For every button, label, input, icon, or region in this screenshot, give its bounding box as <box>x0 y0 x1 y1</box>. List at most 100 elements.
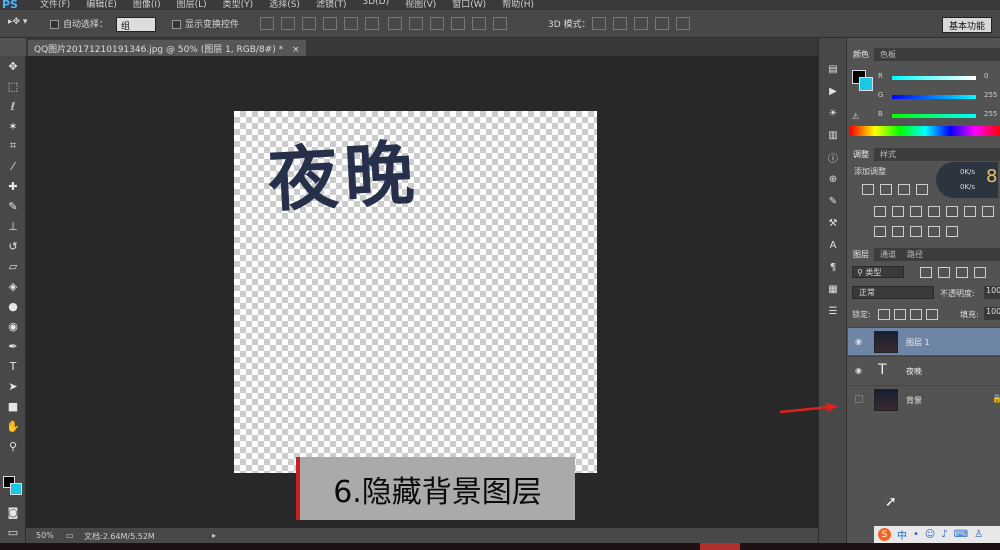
info-icon[interactable]: ⓘ <box>819 146 847 168</box>
filter-shape-icon[interactable] <box>974 267 986 278</box>
distribute-bottom-icon[interactable] <box>430 17 444 30</box>
notes-icon[interactable]: ▦ <box>819 278 847 300</box>
move-tool-icon[interactable]: ✥ <box>0 56 26 76</box>
invert-icon[interactable] <box>874 226 886 237</box>
status-menu-icon[interactable]: ▸ <box>212 531 216 540</box>
healing-brush-tool-icon[interactable]: ✚ <box>0 176 26 196</box>
show-transform-checkbox[interactable] <box>172 20 181 29</box>
gradient-map-icon[interactable] <box>946 226 958 237</box>
menu-type[interactable]: 类型(Y) <box>223 0 254 10</box>
opacity-value[interactable]: 100 <box>984 286 1000 299</box>
marquee-tool-icon[interactable]: ⬚ <box>0 76 26 96</box>
fill-value[interactable]: 100 <box>984 307 1000 320</box>
tab-channels[interactable]: 通道 <box>875 248 901 261</box>
align-hcenter-icon[interactable] <box>344 17 358 30</box>
actions-icon[interactable]: ▶ <box>819 80 847 102</box>
red-value[interactable]: 0 <box>984 72 988 80</box>
photo-filter-icon[interactable] <box>946 206 958 217</box>
filter-adjustment-icon[interactable] <box>938 267 950 278</box>
layer-name[interactable]: 背景 <box>906 395 922 406</box>
hand-tool-icon[interactable]: ✋ <box>0 416 26 436</box>
rectangle-tool-icon[interactable]: ■ <box>0 396 26 416</box>
ime-mic-icon[interactable]: ♪ <box>941 529 947 540</box>
ime-user-icon[interactable]: ♙ <box>974 529 983 540</box>
curves-icon[interactable] <box>898 184 910 195</box>
tab-layers[interactable]: 图层 <box>848 248 874 261</box>
dodge-tool-icon[interactable]: ● <box>0 296 26 316</box>
menu-help[interactable]: 帮助(H) <box>502 0 534 10</box>
history-icon[interactable]: ▤ <box>819 58 847 80</box>
layer-row[interactable]: 背景 🔒 <box>848 385 1000 413</box>
layer-name[interactable]: 夜晚 <box>906 366 922 377</box>
black-white-icon[interactable] <box>928 206 940 217</box>
menu-window[interactable]: 窗口(W) <box>452 0 486 10</box>
character-icon[interactable]: A <box>819 234 847 256</box>
screen-mode-icon[interactable]: ▭ <box>0 522 26 542</box>
visibility-toggle[interactable] <box>855 395 863 403</box>
ime-punct-icon[interactable]: • <box>913 529 919 540</box>
blue-slider[interactable] <box>892 114 976 118</box>
levels-icon[interactable] <box>880 184 892 195</box>
quick-mask-icon[interactable]: ◙ <box>0 502 26 522</box>
brush-presets-icon[interactable]: ✎ <box>819 190 847 212</box>
hue-saturation-icon[interactable] <box>892 206 904 217</box>
3d-pan-icon[interactable] <box>634 17 648 30</box>
magic-wand-tool-icon[interactable]: ✶ <box>0 116 26 136</box>
path-selection-tool-icon[interactable]: ➤ <box>0 376 26 396</box>
brightness-contrast-icon[interactable] <box>862 184 874 195</box>
tool-presets-icon[interactable]: ⚒ <box>819 212 847 234</box>
green-slider[interactable] <box>892 95 976 99</box>
crop-tool-icon[interactable]: ⌗ <box>0 136 26 156</box>
align-bottom-icon[interactable] <box>302 17 316 30</box>
3d-roll-icon[interactable] <box>613 17 627 30</box>
sponge-tool-icon[interactable]: ◉ <box>0 316 26 336</box>
lock-all-icon[interactable] <box>926 309 938 320</box>
vibrance-icon[interactable] <box>874 206 886 217</box>
ime-lang[interactable]: 中 <box>897 527 907 542</box>
lasso-tool-icon[interactable]: ℓ <box>0 96 26 116</box>
zoom-tool-icon[interactable]: ⚲ <box>0 436 26 456</box>
selective-color-icon[interactable] <box>928 226 940 237</box>
color-spectrum[interactable] <box>850 126 1000 136</box>
paint-bucket-tool-icon[interactable]: ◈ <box>0 276 26 296</box>
blue-value[interactable]: 255 <box>984 110 997 118</box>
align-vcenter-icon[interactable] <box>281 17 295 30</box>
ime-keyboard-icon[interactable]: ⌨ <box>954 529 968 540</box>
3d-slide-icon[interactable] <box>655 17 669 30</box>
lock-position-icon[interactable] <box>910 309 922 320</box>
tab-styles[interactable]: 样式 <box>875 148 901 161</box>
paragraph-icon[interactable]: ¶ <box>819 256 847 278</box>
filter-type-icon[interactable] <box>956 267 968 278</box>
tab-adjustments[interactable]: 调整 <box>848 148 874 161</box>
green-value[interactable]: 255 <box>984 91 997 99</box>
channel-mixer-icon[interactable] <box>964 206 976 217</box>
align-top-icon[interactable] <box>260 17 274 30</box>
filter-pixel-icon[interactable] <box>920 267 932 278</box>
eraser-tool-icon[interactable]: ▱ <box>0 256 26 276</box>
taskbar-app-button[interactable] <box>700 543 740 550</box>
menu-view[interactable]: 视图(V) <box>405 0 436 10</box>
properties-icon[interactable]: ☰ <box>819 300 847 322</box>
align-left-icon[interactable] <box>323 17 337 30</box>
menu-3d[interactable]: 3D(D) <box>362 0 389 10</box>
3d-rotate-icon[interactable] <box>592 17 606 30</box>
document-tab[interactable]: QQ图片20171210191346.jpg @ 50% (图层 1, RGB/… <box>28 40 306 56</box>
ime-emoji-icon[interactable]: ☺ <box>925 529 935 540</box>
auto-select-option[interactable]: 自动选择： <box>50 17 108 30</box>
panel-background-color[interactable] <box>859 77 873 91</box>
auto-select-checkbox[interactable] <box>50 20 59 29</box>
pen-tool-icon[interactable]: ✒ <box>0 336 26 356</box>
workspace-button[interactable]: 基本功能 <box>941 17 992 33</box>
gamut-warning-icon[interactable]: ⚠ <box>852 112 859 121</box>
history-brush-tool-icon[interactable]: ↺ <box>0 236 26 256</box>
show-transform-option[interactable]: 显示变换控件 <box>172 17 239 30</box>
align-right-icon[interactable] <box>365 17 379 30</box>
menu-image[interactable]: 图像(I) <box>133 0 161 10</box>
tab-swatches[interactable]: 色板 <box>875 48 901 61</box>
lock-pixels-icon[interactable] <box>894 309 906 320</box>
move-tool-icon[interactable]: ▸✥ ▾ <box>8 17 27 27</box>
distribute-hcenter-icon[interactable] <box>472 17 486 30</box>
zoom-level[interactable]: 50% <box>36 531 54 540</box>
color-lookup-icon[interactable] <box>982 206 994 217</box>
blend-mode-dropdown[interactable]: 正常 <box>852 286 934 299</box>
